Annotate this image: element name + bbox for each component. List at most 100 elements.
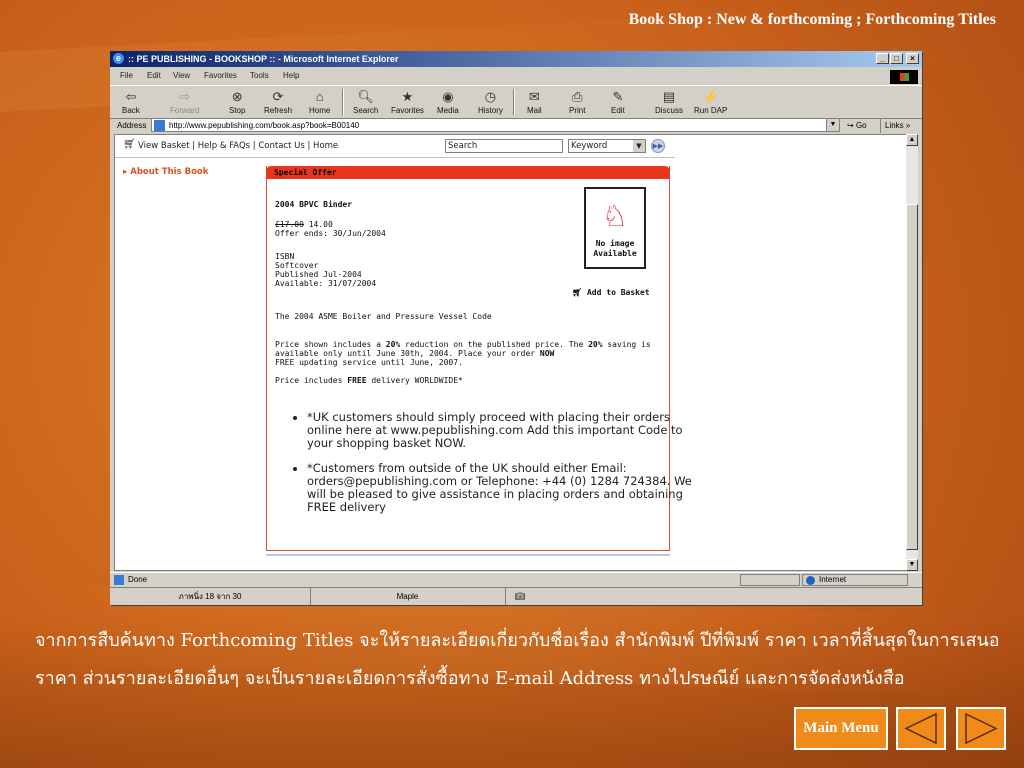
menu-file[interactable]: File	[120, 68, 133, 84]
scroll-up-arrow-icon[interactable]: ▲	[906, 134, 918, 146]
forward-arrow-icon: ⇨	[179, 89, 191, 104]
refresh-label: Refresh	[264, 106, 293, 115]
list-item: *Customers from outside of the UK should…	[307, 462, 692, 514]
main-menu-button[interactable]: Main Menu	[794, 707, 888, 750]
menu-tools[interactable]: Tools	[250, 68, 269, 84]
menu-help[interactable]: Help	[283, 68, 299, 84]
zone-label: Internet	[819, 575, 847, 584]
price-note-percent: 20%	[588, 340, 603, 349]
mail-button[interactable]: ✉ Mail	[527, 88, 542, 115]
chevron-down-icon: ▼	[633, 140, 645, 152]
home-label: Home	[309, 106, 331, 115]
run-dap-icon: ⚡	[702, 89, 719, 104]
refresh-button[interactable]: ⟳ Refresh	[264, 88, 292, 115]
minimize-button[interactable]: _	[876, 53, 889, 64]
status-text: Done	[128, 575, 148, 584]
discuss-label: Discuss	[655, 106, 684, 115]
spellcheck-icon: 📖︎	[514, 592, 526, 601]
delivery-text: delivery WORLDWIDE*	[366, 376, 463, 385]
previous-slide-button[interactable]	[896, 707, 946, 750]
history-label: History	[478, 106, 503, 115]
theme-name: Maple	[310, 588, 506, 605]
links-button[interactable]: Links »	[880, 118, 910, 133]
toolbar-separator	[513, 89, 515, 115]
favorites-button[interactable]: ★ Favorites	[391, 88, 424, 115]
print-button[interactable]: ⎙ Print	[569, 88, 585, 115]
vertical-scrollbar[interactable]: ▲ ▼	[906, 134, 918, 571]
site-nav-links[interactable]: View Basket | Help & FAQs | Contact Us |…	[138, 141, 338, 151]
scroll-thumb[interactable]	[906, 204, 918, 550]
site-search-go-button[interactable]: ▶▶	[651, 139, 665, 153]
page-icon	[154, 120, 165, 131]
refresh-icon: ⟳	[272, 89, 284, 104]
discuss-button[interactable]: ▤ Discuss	[655, 88, 683, 115]
stop-label: Stop	[229, 106, 246, 115]
price-note-now: NOW	[539, 349, 555, 358]
stop-button[interactable]: ⊗ Stop	[229, 88, 245, 115]
security-zone: Internet	[802, 574, 908, 586]
available: Available: 31/07/2004	[275, 279, 377, 288]
run-dap-button[interactable]: ⚡ Run DAP	[694, 88, 727, 115]
home-button[interactable]: ⌂ Home	[309, 88, 330, 115]
media-icon: ◉	[442, 89, 454, 104]
horse-logo-icon: ♘	[604, 194, 626, 235]
history-button[interactable]: ◷ History	[478, 88, 503, 115]
address-dropdown-icon[interactable]: ▼	[826, 119, 839, 131]
add-to-basket-button[interactable]: 🛒︎ Add to Basket	[572, 288, 650, 297]
app-status-strip: ภาพนิ่ง 18 จาก 30 Maple 📖︎	[110, 587, 922, 605]
address-label: Address	[117, 121, 147, 130]
cart-icon: 🛒︎	[123, 139, 136, 150]
status-bar: Done Internet	[110, 572, 922, 587]
media-label: Media	[437, 106, 459, 115]
stop-icon: ⊗	[231, 89, 243, 104]
next-slide-button[interactable]	[956, 707, 1006, 750]
next-triangle-icon	[965, 712, 998, 745]
price-note-percent: 20%	[385, 340, 401, 349]
edit-icon: ✎	[612, 89, 624, 104]
print-icon: ⎙	[572, 89, 583, 104]
media-button[interactable]: ◉ Media	[437, 88, 459, 115]
page-icon	[114, 575, 124, 585]
print-label: Print	[569, 106, 586, 115]
slide-caption: จากการสืบค้นทาง Forthcoming Titles จะให้…	[35, 630, 1000, 689]
delivery-text: Price includes	[275, 376, 348, 385]
sidebar-item-about-book[interactable]: ▸ About This Book	[123, 167, 208, 177]
edit-button[interactable]: ✎ Edit	[611, 88, 625, 115]
site-top-nav: 🛒︎ View Basket | Help & FAQs | Contact U…	[115, 135, 907, 157]
customer-notes-list: *UK customers should simply proceed with…	[285, 411, 692, 526]
book-description: The 2004 ASME Boiler and Pressure Vessel…	[275, 312, 492, 321]
menu-favorites[interactable]: Favorites	[204, 68, 237, 84]
book-title: 2004 BPVC Binder	[275, 200, 353, 209]
forward-button[interactable]: ⇨ Forward	[170, 88, 199, 115]
maximize-button[interactable]: □	[890, 53, 903, 64]
address-input[interactable]: http://www.pepublishing.com/book.asp?boo…	[151, 118, 840, 132]
status-cells	[740, 574, 800, 586]
site-search-input[interactable]: Search	[445, 139, 563, 153]
price-note-text: saving is	[602, 340, 651, 349]
windows-logo-icon	[890, 70, 918, 84]
slide-title: Book Shop : New & forthcoming ; Forthcom…	[628, 11, 996, 28]
menu-edit[interactable]: Edit	[147, 68, 161, 84]
run-dap-label: Run DAP	[694, 106, 728, 115]
favorites-icon: ★	[401, 89, 414, 104]
back-label: Back	[122, 106, 140, 115]
offer-ends: Offer ends: 30/Jun/2004	[275, 229, 386, 238]
search-button[interactable]: 🔍︎ Search	[353, 88, 378, 115]
scroll-down-arrow-icon[interactable]: ▼	[906, 559, 918, 571]
old-price: £17.00	[275, 220, 304, 229]
keyword-select[interactable]: Keyword ▼	[568, 139, 646, 153]
menu-view[interactable]: View	[173, 68, 190, 84]
cart-icon: 🛒︎	[572, 288, 583, 297]
discuss-icon: ▤	[662, 89, 676, 104]
special-offer-panel: Special Offer 2004 BPVC Binder £17.00 14…	[266, 166, 692, 551]
close-button[interactable]: ×	[906, 53, 919, 64]
home-icon: ⌂	[315, 89, 324, 104]
panel-header-label: Special Offer	[274, 168, 337, 177]
keyword-value: Keyword	[571, 141, 608, 151]
address-bar: Address http://www.pepublishing.com/book…	[110, 118, 922, 133]
ie-logo-icon: e	[113, 53, 124, 64]
back-button[interactable]: ⇦ Back	[122, 88, 140, 115]
add-to-basket-label: Add to Basket	[586, 288, 650, 297]
go-button[interactable]: ↪ Go	[847, 118, 867, 133]
favorites-label: Favorites	[391, 106, 424, 115]
